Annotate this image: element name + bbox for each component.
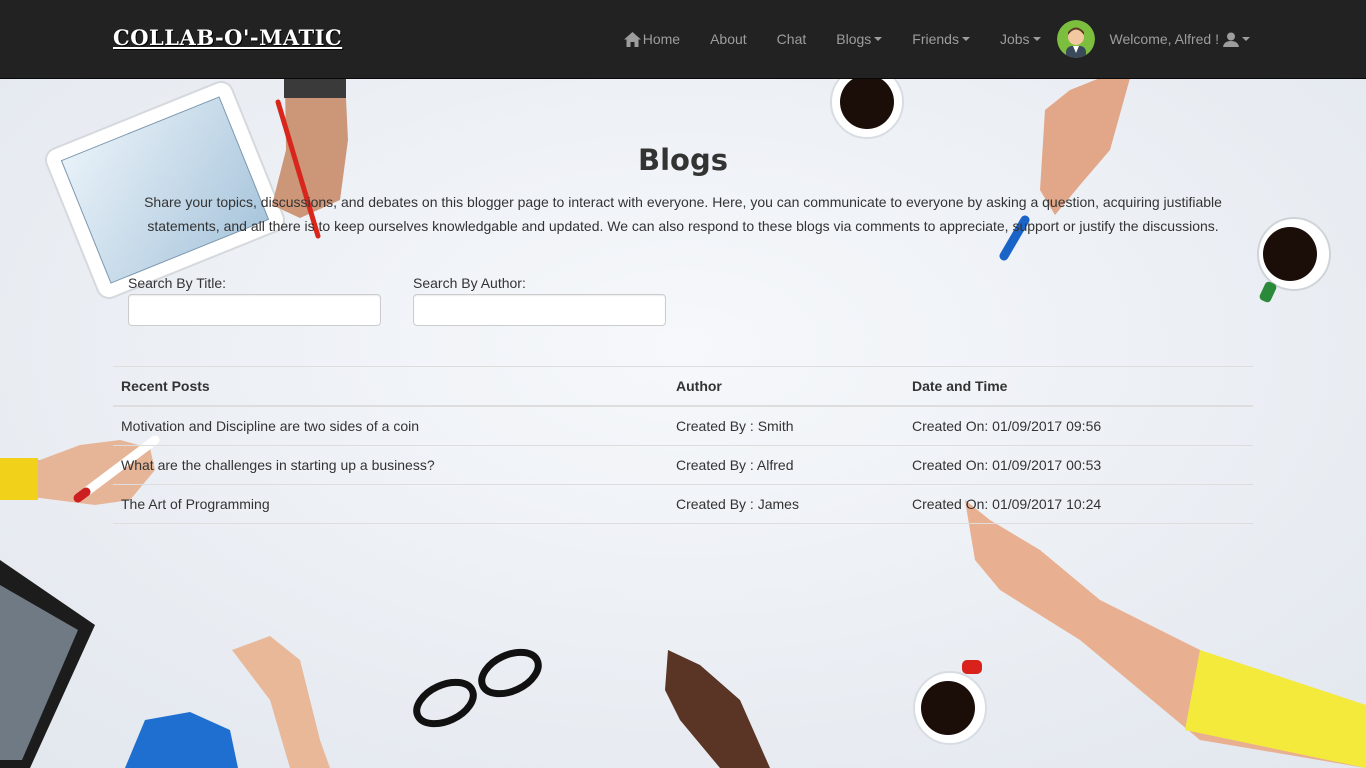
nav-home-label: Home: [642, 31, 681, 47]
avatar[interactable]: [1056, 20, 1095, 58]
search-author-label: Search By Author:: [413, 275, 526, 291]
column-header-author: Author: [676, 378, 722, 394]
post-title-link[interactable]: What are the challenges in starting up a…: [113, 457, 668, 473]
nav-about[interactable]: About: [710, 31, 747, 47]
main-content: Blogs Share your topics, discussions, an…: [0, 79, 1366, 768]
table-row[interactable]: What are the challenges in starting up a…: [113, 446, 1253, 485]
caret-down-icon: [874, 37, 883, 41]
post-title-link[interactable]: The Art of Programming: [113, 496, 668, 512]
post-date: Created On: 01/09/2017 10:24: [912, 496, 1102, 512]
nav-blogs-label: Blogs: [836, 31, 872, 47]
nav-chat[interactable]: Chat: [777, 31, 807, 47]
post-date: Created On: 01/09/2017 09:56: [912, 418, 1102, 434]
column-header-recent-posts: Recent Posts: [121, 378, 210, 394]
post-author: Created By : Smith: [676, 418, 794, 434]
search-author-input[interactable]: [413, 294, 666, 326]
nav-about-label: About: [710, 31, 747, 47]
caret-down-icon: [1242, 37, 1250, 41]
caret-down-icon: [961, 37, 970, 41]
search-title-label: Search By Title:: [128, 275, 227, 291]
post-author: Created By : James: [676, 496, 799, 512]
nav-friends-dropdown[interactable]: Friends: [912, 31, 970, 47]
column-header-date-time: Date and Time: [912, 378, 1008, 394]
nav-blogs-dropdown[interactable]: Blogs: [836, 31, 883, 47]
nav-home[interactable]: Home: [623, 31, 681, 47]
post-date: Created On: 01/09/2017 00:53: [912, 457, 1102, 473]
nav-menu: Home About Chat Blogs Friends Jobs Welco…: [623, 0, 1250, 78]
brand-logo[interactable]: COLLAB-O'-MATIC: [113, 25, 342, 50]
welcome-label: Welcome, Alfred !: [1109, 31, 1219, 47]
table-row[interactable]: Motivation and Discipline are two sides …: [113, 407, 1253, 446]
table-header: Recent Posts Author Date and Time: [113, 367, 1253, 407]
home-icon: [623, 31, 641, 47]
post-title-link[interactable]: Motivation and Discipline are two sides …: [113, 418, 668, 434]
caret-down-icon: [1032, 37, 1041, 41]
nav-friends-label: Friends: [912, 31, 959, 47]
table-row[interactable]: The Art of Programming Created By : Jame…: [113, 485, 1253, 524]
post-author: Created By : Alfred: [676, 457, 794, 473]
search-title-input[interactable]: [128, 294, 381, 326]
user-icon: [1223, 32, 1239, 47]
page-title: Blogs: [638, 143, 728, 177]
nav-jobs-label: Jobs: [999, 31, 1030, 47]
nav-chat-label: Chat: [776, 31, 807, 47]
blogs-table: Recent Posts Author Date and Time Motiva…: [113, 366, 1253, 524]
user-menu-dropdown[interactable]: Welcome, Alfred !: [1110, 31, 1250, 47]
page-intro: Share your topics, discussions, and deba…: [144, 194, 1222, 234]
nav-jobs-dropdown[interactable]: Jobs: [1000, 31, 1041, 47]
navbar: COLLAB-O'-MATIC Home About Chat Blogs Fr…: [0, 0, 1366, 79]
